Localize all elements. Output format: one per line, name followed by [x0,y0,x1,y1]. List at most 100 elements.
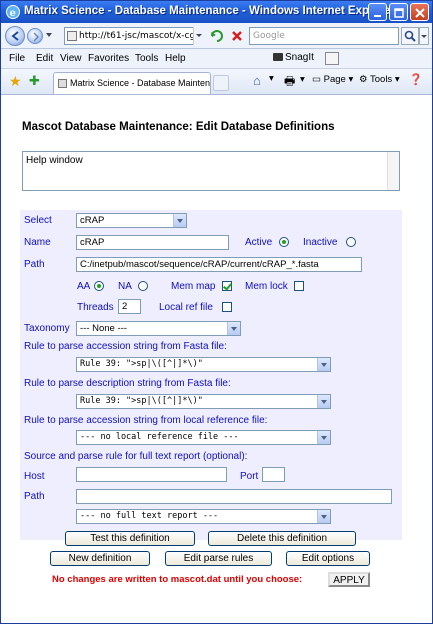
help-scrollbar[interactable] [387,152,399,190]
inactive-radio[interactable] [346,237,356,247]
search-icon[interactable] [401,27,419,45]
path-input[interactable]: C:/inetpub/mascot/sequence/cRAP/current/… [76,257,362,272]
snagit-button[interactable]: SnagIt [273,52,314,63]
select-label: Select [24,215,52,226]
na-radio[interactable] [138,281,148,291]
window-title: Matrix Science - Database Maintenance - … [24,5,395,17]
path-label: Path [24,259,45,270]
svg-text:e: e [10,8,16,19]
rule-accession-select[interactable]: Rule 39: ">sp|\([^|]*\)" [76,357,331,372]
fulltext-label: Source and parse rule for full text repo… [24,451,248,462]
address-url: http://t61-jsc/mascot/x-cgi/db [79,31,204,41]
stop-icon[interactable] [228,27,246,45]
ie-logo-icon: e [5,4,21,20]
refresh-icon[interactable] [208,27,226,45]
edit-parse-rules-button[interactable]: Edit parse rules [165,551,272,566]
aa-radio[interactable] [94,281,104,291]
chevron-down-icon [317,358,330,371]
rule-localref-label: Rule to parse accession string from loca… [24,415,268,426]
rule-accession-value: Rule 39: ">sp|\([^|]*\)" [80,359,203,369]
chevron-down-icon [317,431,330,444]
tab-favicon [58,79,67,88]
name-input[interactable]: cRAP [76,235,229,250]
help-icon[interactable]: ❓ [409,73,423,86]
close-button[interactable] [410,3,429,21]
page-menu-label: Page [323,74,346,85]
snagit-icon [273,53,283,61]
path2-label: Path [24,491,45,502]
localref-checkbox[interactable] [222,302,232,312]
search-options-icon[interactable] [419,27,429,45]
search-input[interactable]: Google [249,27,399,45]
edit-options-button[interactable]: Edit options [286,551,370,566]
chevron-down-icon [173,214,186,227]
delete-definition-button[interactable]: Delete this definition [208,531,356,546]
chevron-down-icon [317,510,330,523]
new-tab-button[interactable] [213,75,229,91]
history-dropdown-icon[interactable] [46,33,52,37]
inactive-label: Inactive [303,237,338,248]
title-bar: e Matrix Science - Database Maintenance … [1,1,432,23]
snagit-label: SnagIt [285,52,314,63]
memlock-checkbox[interactable] [294,281,304,291]
menu-favorites[interactable]: Favorites [88,53,129,64]
new-definition-button[interactable]: New definition [50,551,150,566]
database-select[interactable]: cRAP [76,213,187,228]
aa-label: AA [77,281,91,292]
help-text: Help window [26,155,83,166]
tab-toolbar: ★ ✚ Matrix Science - Database Maintenanc… [1,69,432,95]
address-input[interactable]: http://t61-jsc/mascot/x-cgi/db [64,27,204,45]
back-button[interactable] [5,26,25,46]
home-dropdown-icon[interactable]: ▾ [269,73,274,84]
threads-label: Threads [77,302,114,313]
active-radio[interactable] [279,237,289,247]
rule-localref-select[interactable]: --- no local reference file --- [76,430,331,445]
page-favicon [67,31,77,41]
fulltext-path-input[interactable] [76,489,392,504]
tab-label: Matrix Science - Database Maintenance [70,78,211,88]
rule-accession-label: Rule to parse accession string from Fast… [24,341,227,352]
home-icon[interactable]: ⌂ [253,73,261,88]
tab-current[interactable]: Matrix Science - Database Maintenance [53,72,211,94]
print-dropdown-icon[interactable]: ▾ [300,74,305,85]
menu-tools[interactable]: Tools [135,53,158,64]
snagit-capture-icon[interactable] [325,52,339,65]
rule-description-select[interactable]: Rule 39: ">sp|\([^|]*\)" [76,394,331,409]
threads-input[interactable]: 2 [118,299,141,314]
menu-bar: File Edit View Favorites Tools Help Snag… [1,49,432,69]
tools-menu-label: Tools [370,74,393,85]
help-window[interactable]: Help window [22,151,400,191]
browser-window: e Matrix Science - Database Maintenance … [0,0,433,624]
page-menu[interactable]: ▭ Page ▾ [312,74,353,85]
page-icon: ▭ [312,74,321,85]
menu-help[interactable]: Help [165,53,186,64]
forward-button[interactable] [27,28,43,44]
address-dropdown-icon[interactable] [193,27,204,45]
minimize-button[interactable] [368,3,387,21]
gear-icon: ⚙ [359,74,368,85]
memmap-checkbox[interactable] [222,281,232,291]
memlock-label: Mem lock [245,281,288,292]
maximize-button[interactable] [389,3,408,21]
rule-localref-value: --- no local reference file --- [80,432,239,442]
chevron-down-icon [317,395,330,408]
taxonomy-label: Taxonomy [24,323,70,334]
menu-file[interactable]: File [9,53,25,64]
port-input[interactable] [262,467,285,482]
fulltext-select[interactable]: --- no full text report --- [76,509,331,524]
address-bar-row: http://t61-jsc/mascot/x-cgi/db Google [1,23,432,49]
host-input[interactable] [76,467,227,482]
unsaved-warning: No changes are written to mascot.dat unt… [52,574,303,585]
taxonomy-select[interactable]: --- None --- [76,321,241,336]
rule-description-label: Rule to parse description string from Fa… [24,378,231,389]
apply-button[interactable]: APPLY [328,572,370,587]
menu-edit[interactable]: Edit [36,53,53,64]
localref-label: Local ref file [159,302,213,313]
port-label: Port [240,471,259,482]
menu-view[interactable]: View [60,53,82,64]
tools-menu[interactable]: ⚙ Tools ▾ [359,74,400,85]
test-definition-button[interactable]: Test this definition [65,531,195,546]
print-icon[interactable]: 🖶 [284,72,295,93]
add-favorite-icon[interactable]: ✚ [29,74,40,89]
favorites-star-icon[interactable]: ★ [9,74,22,90]
